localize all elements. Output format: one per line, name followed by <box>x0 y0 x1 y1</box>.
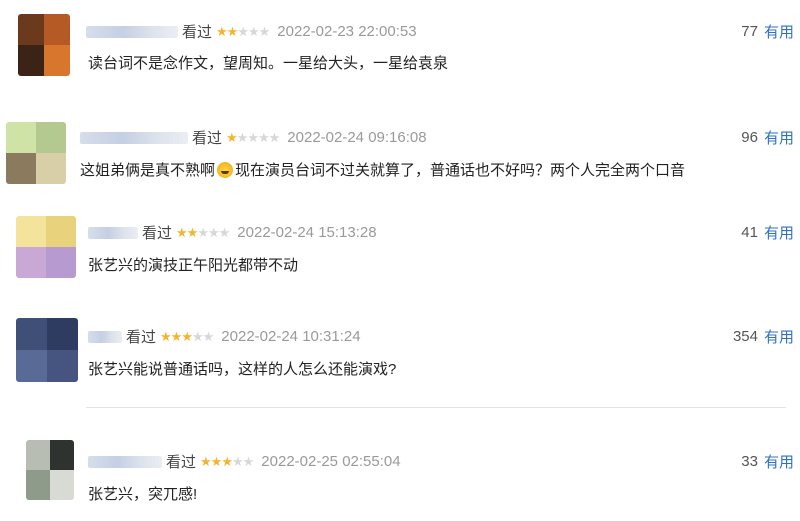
useful-count: 41 <box>741 224 758 241</box>
username-blurred[interactable] <box>86 25 178 38</box>
review-item: 看过 ★ ★ ★ ★ ★ 2022-02-24 09:16:08 96 有用 这姐弟俩是… <box>0 110 800 200</box>
review-item: 看过 ★ ★ ★ ★ ★ 2022-02-24 10:31:24 354 有用 张艺兴能… <box>0 314 800 404</box>
star-icon: ★ <box>258 24 271 39</box>
grinning-sweat-emoji-icon <box>217 162 234 178</box>
review-text: 张艺兴，突兀感! <box>88 486 198 503</box>
avatar[interactable] <box>16 216 76 278</box>
star-icon: ★ <box>216 24 228 39</box>
useful-count: 77 <box>741 23 758 40</box>
useful-count: 33 <box>741 453 758 470</box>
star-icon: ★ <box>210 454 223 469</box>
star-icon: ★ <box>181 329 193 344</box>
avatar-pixel <box>47 350 78 382</box>
avatar[interactable] <box>18 14 70 76</box>
star-icon: ★ <box>191 329 204 344</box>
avatar-pixel <box>44 45 70 76</box>
star-icon: ★ <box>226 130 238 145</box>
avatar-pixel <box>18 45 44 76</box>
username-blurred[interactable] <box>88 455 162 468</box>
star-icon: ★ <box>221 454 233 469</box>
useful-button[interactable]: 有用 <box>764 127 794 148</box>
avatar-pixel <box>50 440 74 470</box>
useful-count: 96 <box>741 129 758 146</box>
review-item: 看过 ★ ★ ★ ★ ★ 2022-02-23 22:00:53 77 有用 读台词不是… <box>0 0 800 100</box>
username-blurred[interactable] <box>80 131 188 144</box>
review-text: 读台词不是念作文，望周知。一星给大头，一星给袁泉 <box>88 55 449 72</box>
useful-button[interactable]: 有用 <box>764 326 794 347</box>
avatar[interactable] <box>16 318 78 382</box>
avatar-pixel <box>16 247 46 278</box>
rating-stars: ★ ★ ★ ★ ★ <box>216 24 271 39</box>
star-icon: ★ <box>207 225 220 240</box>
watch-status: 看过 <box>192 130 223 147</box>
avatar-pixel <box>47 318 78 350</box>
review-text-part: 这姐弟俩是真不熟啊 <box>80 162 216 179</box>
rating-stars: ★ ★ ★ ★ ★ <box>176 225 231 240</box>
username-blurred[interactable] <box>88 226 138 239</box>
useful-count: 354 <box>732 328 758 345</box>
avatar[interactable] <box>6 122 66 184</box>
avatar-pixel <box>16 216 46 247</box>
star-icon: ★ <box>247 130 259 145</box>
star-icon: ★ <box>257 130 270 145</box>
avatar-pixel <box>16 350 47 382</box>
avatar-pixel <box>46 216 76 247</box>
useful-button[interactable]: 有用 <box>764 222 794 243</box>
review-time: 2022-02-24 09:16:08 <box>287 129 427 146</box>
avatar[interactable] <box>26 440 74 500</box>
review-time: 2022-02-25 02:55:04 <box>261 453 401 470</box>
avatar-pixel <box>50 470 74 500</box>
review-time: 2022-02-24 15:13:28 <box>237 224 377 241</box>
avatar-pixel <box>16 318 47 350</box>
watch-status: 看过 <box>142 225 173 242</box>
useful-button[interactable]: 有用 <box>764 451 794 472</box>
avatar-pixel <box>36 122 66 153</box>
review-time: 2022-02-24 10:31:24 <box>221 328 361 345</box>
rating-stars: ★ ★ ★ ★ ★ <box>226 130 281 145</box>
star-icon: ★ <box>237 24 249 39</box>
star-icon: ★ <box>226 24 239 39</box>
avatar-pixel <box>44 14 70 45</box>
star-icon: ★ <box>186 225 199 240</box>
star-icon: ★ <box>160 329 172 344</box>
username-blurred[interactable] <box>88 330 122 343</box>
rating-stars: ★ ★ ★ ★ ★ <box>200 454 255 469</box>
star-icon: ★ <box>247 24 260 39</box>
star-icon: ★ <box>218 225 231 240</box>
review-time: 2022-02-23 22:00:53 <box>277 23 417 40</box>
avatar-pixel <box>26 470 50 500</box>
rating-stars: ★ ★ ★ ★ ★ <box>160 329 215 344</box>
avatar-pixel <box>36 153 66 184</box>
avatar-pixel <box>6 153 36 184</box>
review-text: 张艺兴能说普通话吗，这样的人怎么还能演戏? <box>88 361 397 378</box>
star-icon: ★ <box>231 454 244 469</box>
avatar-pixel <box>18 14 44 45</box>
watch-status: 看过 <box>166 454 197 471</box>
avatar-pixel <box>6 122 36 153</box>
review-text: 这姐弟俩是真不熟啊 现在演员台词不过关就算了，普通话也不好吗？两个人完全两个口音 <box>80 159 685 180</box>
watch-status: 看过 <box>182 24 213 41</box>
star-icon: ★ <box>242 454 255 469</box>
divider <box>86 407 786 408</box>
review-item: 看过 ★ ★ ★ ★ ★ 2022-02-25 02:55:04 33 有用 张艺兴，突… <box>0 432 800 521</box>
review-item: 看过 ★ ★ ★ ★ ★ 2022-02-24 15:13:28 41 有用 张艺兴的演… <box>0 210 800 300</box>
star-icon: ★ <box>202 329 215 344</box>
star-icon: ★ <box>176 225 188 240</box>
avatar-pixel <box>26 440 50 470</box>
star-icon: ★ <box>197 225 209 240</box>
star-icon: ★ <box>170 329 183 344</box>
star-icon: ★ <box>236 130 249 145</box>
star-icon: ★ <box>200 454 212 469</box>
avatar-pixel <box>46 247 76 278</box>
useful-button[interactable]: 有用 <box>764 21 794 42</box>
review-text-part: 现在演员台词不过关就算了，普通话也不好吗？两个人完全两个口音 <box>235 162 686 179</box>
star-icon: ★ <box>268 130 281 145</box>
watch-status: 看过 <box>126 329 157 346</box>
review-text: 张艺兴的演技正午阳光都带不动 <box>88 257 299 274</box>
